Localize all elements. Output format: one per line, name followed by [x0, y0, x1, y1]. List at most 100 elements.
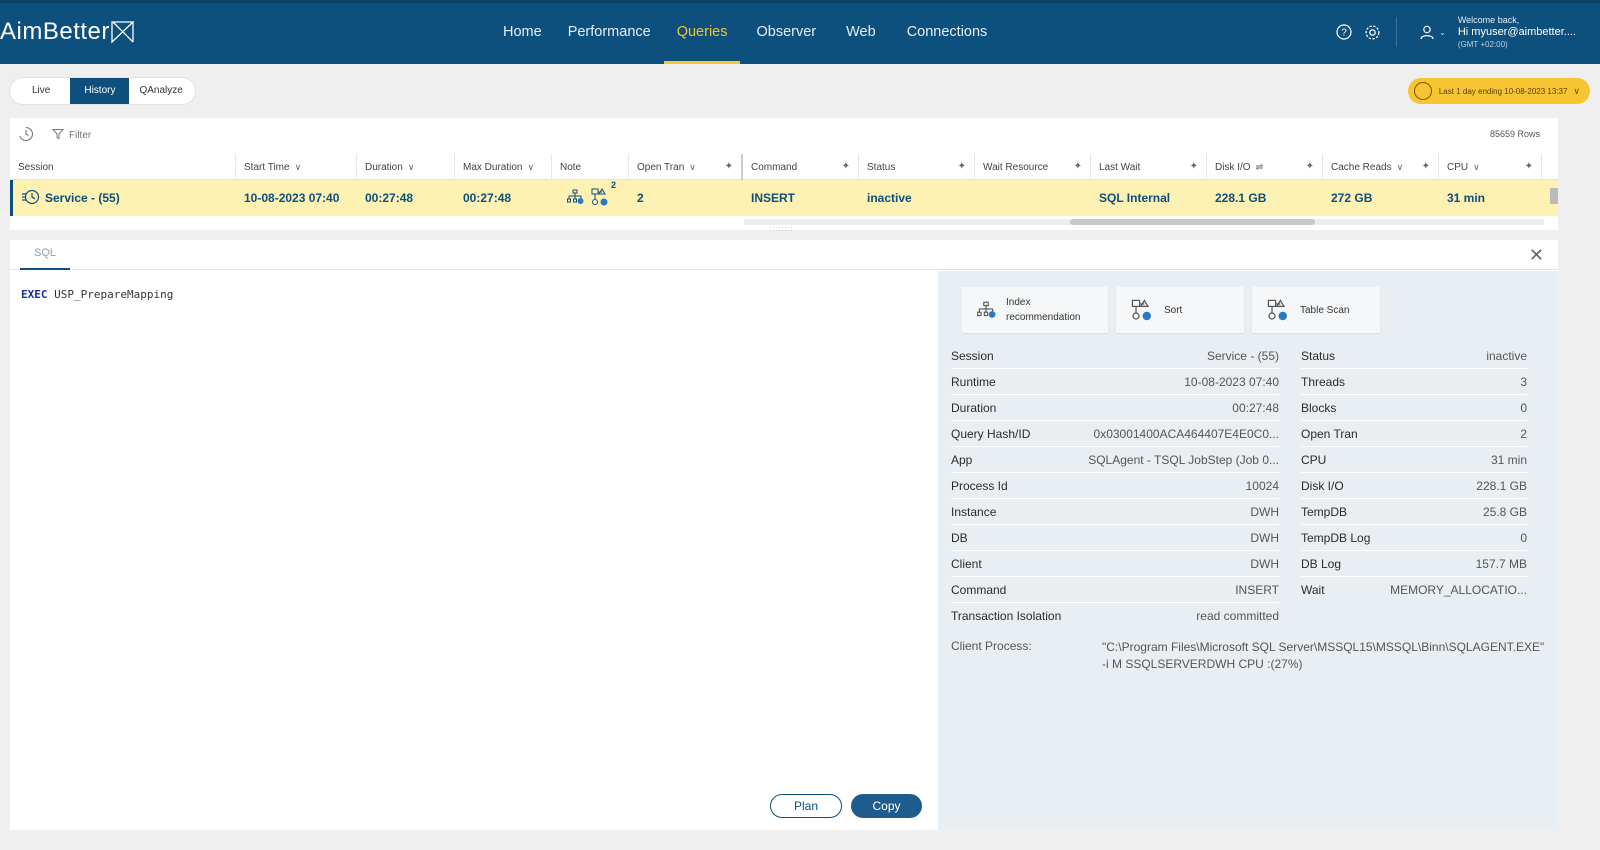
sql-editor[interactable]: EXEC USP_PrepareMapping Plan Copy [10, 271, 938, 830]
detail-key: Query Hash/ID [951, 426, 1031, 441]
note-badge: 2 [610, 179, 616, 190]
filter-icon[interactable] [51, 128, 65, 143]
pin-icon[interactable]: ✦ [1306, 161, 1314, 172]
detail-value[interactable]: 0x03001400ACA464407E4E0C0... [1094, 427, 1279, 441]
tab-qanalyze[interactable]: QAnalyze [129, 78, 192, 104]
nav-web[interactable]: Web [832, 0, 894, 64]
detail-panel: SQL ✕ EXEC USP_PrepareMapping Plan Copy … [10, 240, 1558, 830]
detail-key: Blocks [1301, 400, 1337, 415]
col-session[interactable]: Session [10, 154, 236, 180]
pin-icon[interactable]: ✦ [958, 161, 966, 172]
detail-key: Transaction Isolation [951, 609, 1062, 623]
col-open-tran[interactable]: Open Tran ∨ ✦ [629, 154, 743, 180]
pin-icon[interactable]: ✦ [1074, 161, 1082, 172]
sort-plan-icon[interactable]: 2 [590, 180, 616, 210]
header-actions: ? ⌄ Welcome back, Hi myuser@aimbetter...… [1326, 0, 1576, 64]
col-label: Disk I/O [1215, 161, 1251, 173]
detail-value[interactable]: SQLAgent - TSQL JobStep (Job 0... [1088, 453, 1279, 467]
nav-connections[interactable]: Connections [894, 0, 1001, 64]
col-note[interactable]: Note [552, 154, 629, 180]
history-icon[interactable] [18, 126, 34, 145]
detail-row: Wait MEMORY_ALLOCATIO... [1301, 577, 1527, 603]
horizontal-scrollbar[interactable] [744, 219, 1544, 225]
copy-button[interactable]: Copy [851, 794, 922, 818]
client-process-value: "C:\Program Files\Microsoft SQL Server\M… [1102, 640, 1545, 671]
detail-value: 157.7 MB [1475, 556, 1527, 571]
chevron-down-icon: ∨ [527, 161, 535, 172]
resize-handle[interactable]: :::::::: [770, 226, 794, 233]
pin-icon[interactable]: ✦ [1422, 161, 1430, 172]
index-recommendation-button[interactable]: Index recommendation [962, 287, 1108, 333]
sql-code: EXEC USP_PrepareMapping [21, 288, 173, 301]
detail-row: Open Tran 2 [1301, 421, 1527, 447]
nav-queries[interactable]: Queries [663, 0, 741, 64]
col-disk-io[interactable]: Disk I/O ⇌ ✦ [1207, 154, 1323, 180]
welcome-text: Welcome back, [1457, 14, 1520, 25]
tab-live[interactable]: Live [12, 78, 70, 104]
detail-row: Duration 00:27:48 [951, 395, 1279, 421]
col-command[interactable]: Command ✦ [743, 154, 859, 180]
detail-key: DB [951, 530, 968, 545]
nav-observer[interactable]: Observer [740, 0, 832, 64]
col-label: Duration [365, 161, 403, 173]
cell-last-wait: SQL Internal [1099, 191, 1171, 205]
detail-value: DWH [1250, 530, 1279, 545]
index-recommendation-label: Index recommendation [1006, 297, 1081, 323]
welcome-block[interactable]: Welcome back, Hi myuser@aimbetter.... (G… [1458, 15, 1576, 50]
pin-icon[interactable]: ✦ [1525, 161, 1533, 172]
detail-row: Disk I/O 228.1 GB [1301, 473, 1527, 499]
svg-text:?: ? [1341, 28, 1347, 39]
col-max-duration[interactable]: Max Duration ∨ [455, 154, 552, 180]
col-duration[interactable]: Duration ∨ [357, 154, 455, 180]
time-range-selector[interactable]: Last 1 day ending 10-08-2023 13:37 ∨ [1407, 78, 1590, 104]
settings-icon[interactable] [1362, 22, 1382, 42]
nav-performance[interactable]: Performance [555, 0, 664, 64]
detail-value: 3 [1520, 374, 1527, 389]
user-chevron-icon[interactable]: ⌄ [1439, 28, 1446, 37]
detail-value: 31 min [1490, 452, 1527, 467]
logo[interactable]: AimBetter [0, 18, 135, 46]
table-scan-button[interactable]: Table Scan [1252, 287, 1380, 333]
action-buttons: Index recommendation Sort Table Scan [962, 287, 1388, 333]
col-cpu[interactable]: CPU ∨ ✦ [1439, 154, 1542, 180]
pin-icon[interactable]: ✦ [842, 161, 850, 172]
pin-icon[interactable]: ✦ [1190, 161, 1198, 172]
pin-icon[interactable]: ✦ [725, 161, 733, 172]
filter-label[interactable]: Filter [69, 130, 91, 141]
index-recommendation-icon[interactable] [566, 188, 584, 209]
vertical-scrollbar[interactable] [1550, 188, 1558, 204]
col-cache-reads[interactable]: Cache Reads ∨ ✦ [1323, 154, 1439, 180]
tab-sql[interactable]: SQL [20, 240, 71, 270]
scrollbar-thumb[interactable] [1070, 219, 1315, 225]
table-row[interactable]: Service - (55) 10-08-2023 07:40 00:27:48… [10, 180, 1558, 216]
help-icon[interactable]: ? [1334, 22, 1354, 42]
col-status[interactable]: Status ✦ [859, 154, 975, 180]
detail-key: TempDB [1301, 504, 1348, 519]
cell-session[interactable]: Service - (55) [13, 180, 236, 216]
col-label: Start Time [244, 161, 290, 173]
col-start-time[interactable]: Start Time ∨ [236, 154, 357, 180]
detail-row: Instance DWH [951, 499, 1279, 525]
detail-key: Status [1301, 348, 1336, 363]
sort-button[interactable]: Sort [1116, 287, 1244, 333]
close-icon[interactable]: ✕ [1529, 245, 1544, 266]
detail-row: TempDB 25.8 GB [1301, 499, 1527, 525]
detail-row: Status inactive [1301, 343, 1527, 369]
detail-row: TempDB Log 0 [1301, 525, 1527, 551]
user-icon[interactable] [1417, 22, 1437, 42]
col-label: Last Wait [1099, 161, 1141, 173]
col-wait-resource[interactable]: Wait Resource ✦ [975, 154, 1091, 180]
grid-toolbar: Filter 85659 Rows [10, 118, 1558, 152]
tab-history[interactable]: History [70, 78, 130, 104]
query-details-left: Session Service - (55) Runtime 10-08-2023 … [951, 343, 1279, 629]
sort-icon: ⇌ [1255, 161, 1264, 172]
plan-button[interactable]: Plan [770, 794, 842, 818]
detail-value[interactable]: MEMORY_ALLOCATIO... [1390, 583, 1527, 597]
mode-tabs: Live History QAnalyze [10, 78, 195, 104]
cell-cpu: 31 min [1447, 191, 1486, 205]
chevron-down-icon: ∨ [1396, 161, 1404, 172]
sort-label: Sort [1164, 304, 1183, 316]
nav-home[interactable]: Home [490, 0, 555, 64]
service-icon [21, 187, 41, 210]
col-last-wait[interactable]: Last Wait ✦ [1091, 154, 1207, 180]
